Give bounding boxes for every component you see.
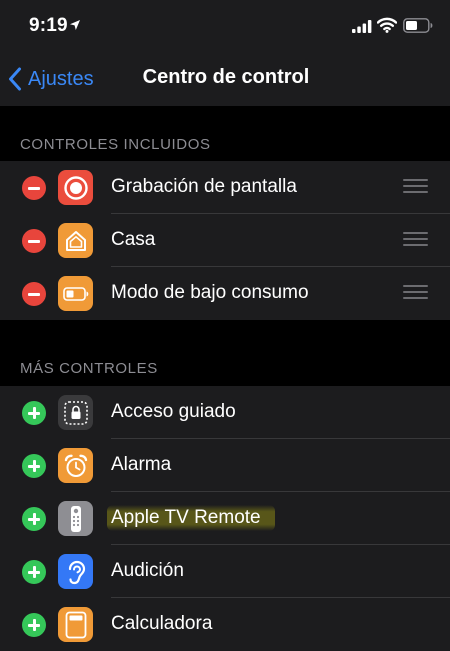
add-button[interactable] <box>22 560 46 584</box>
list-item-label: Casa <box>111 229 156 250</box>
list-item-calculator[interactable]: Calculadora <box>0 598 450 651</box>
cellular-signal-icon <box>352 20 372 33</box>
list-item-home[interactable]: Casa <box>0 214 450 267</box>
page-title: Centro de control <box>0 66 450 89</box>
list-item-guided-access[interactable]: Acceso guiado <box>0 386 450 439</box>
included-controls-list: Grabación de pantalla Casa Modo de bajo … <box>0 161 450 320</box>
remove-button[interactable] <box>22 282 46 306</box>
add-button[interactable] <box>22 401 46 425</box>
home-icon <box>58 223 93 258</box>
location-arrow-icon <box>70 20 80 30</box>
alarm-clock-icon <box>58 448 93 483</box>
battery-icon <box>403 18 433 33</box>
add-button[interactable] <box>22 613 46 637</box>
ear-icon <box>58 554 93 589</box>
list-item-label: Modo de bajo consumo <box>111 282 309 303</box>
reorder-handle[interactable] <box>403 232 428 248</box>
remove-button[interactable] <box>22 229 46 253</box>
add-button[interactable] <box>22 507 46 531</box>
list-item-hearing[interactable]: Audición <box>0 545 450 598</box>
navigation-bar: Ajustes Centro de control <box>0 52 450 106</box>
list-item-label: Apple TV Remote <box>107 505 275 531</box>
reorder-handle[interactable] <box>403 179 428 195</box>
more-controls-list: Acceso guiado Alarma Apple TV Remote Aud… <box>0 386 450 651</box>
status-time: 9:19 <box>29 15 68 36</box>
tv-remote-icon <box>58 501 93 536</box>
list-item-label: Calculadora <box>111 613 213 634</box>
list-item-low-power-mode[interactable]: Modo de bajo consumo <box>0 267 450 320</box>
list-item-apple-tv-remote[interactable]: Apple TV Remote <box>0 492 450 545</box>
guided-access-lock-icon <box>58 395 93 430</box>
page-title-text: Centro de control <box>142 66 310 88</box>
screen-record-icon <box>58 170 93 205</box>
calculator-icon <box>58 607 93 642</box>
section-header-included: CONTROLES INCLUIDOS <box>20 136 211 153</box>
list-item-label: Acceso guiado <box>111 401 236 422</box>
list-item-screen-recording[interactable]: Grabación de pantalla <box>0 161 450 214</box>
list-item-label: Grabación de pantalla <box>111 176 297 197</box>
list-item-label: Alarma <box>111 454 172 475</box>
reorder-handle[interactable] <box>403 285 428 301</box>
section-header-more: MÁS CONTROLES <box>20 360 158 377</box>
status-bar: 9:19 <box>0 0 450 52</box>
add-button[interactable] <box>22 454 46 478</box>
remove-button[interactable] <box>22 176 46 200</box>
list-item-label: Audición <box>111 560 184 581</box>
list-item-alarm[interactable]: Alarma <box>0 439 450 492</box>
low-power-battery-icon <box>58 276 93 311</box>
wifi-icon <box>377 17 397 33</box>
